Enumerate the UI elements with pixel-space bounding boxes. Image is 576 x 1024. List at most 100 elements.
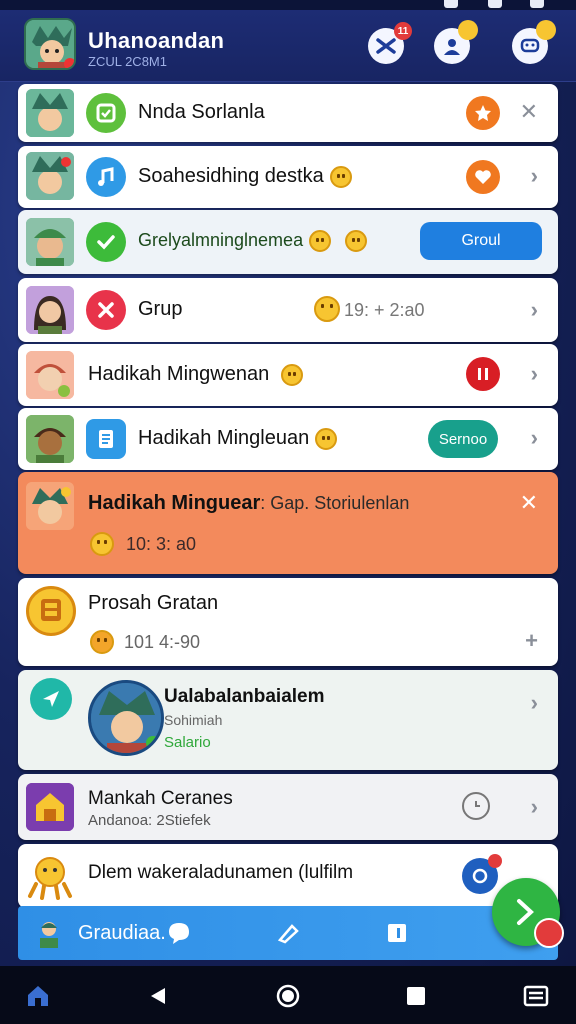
- avatar: [26, 152, 74, 200]
- pause-icon[interactable]: [466, 357, 500, 391]
- row-title: Dlem wakeraladunamen (lulfilm: [88, 862, 354, 883]
- row-title: Hadikah Mingleuan: [138, 427, 338, 450]
- list-item[interactable]: Hadikah Mingleuan Sernoo ›: [18, 408, 558, 470]
- shuffle-icon: [376, 38, 396, 54]
- list-item[interactable]: Grelyalmninglnemea Groul: [18, 210, 558, 274]
- star-icon[interactable]: [466, 96, 500, 130]
- row-time: 101 4:-90: [124, 632, 201, 652]
- avatar: [26, 852, 74, 900]
- avatar: [26, 586, 76, 636]
- list-item[interactable]: Soahesidhing destka ›: [18, 146, 558, 208]
- row-title: Grup: [138, 298, 183, 320]
- close-icon[interactable]: ✕: [520, 490, 538, 516]
- avatar: [26, 286, 74, 334]
- send-button[interactable]: Sernoo: [428, 420, 498, 458]
- contacts-button[interactable]: [434, 20, 478, 64]
- bottom-action-bar: Graudiaa.: [18, 906, 558, 960]
- user-avatar-icon[interactable]: [34, 918, 64, 948]
- send-plane-icon: [30, 678, 72, 720]
- avatar: [26, 89, 74, 137]
- row-time: 10: 3: a0: [126, 534, 197, 554]
- avatar: [26, 783, 74, 831]
- cross-icon: [86, 290, 126, 330]
- chat-bubble-icon: [520, 38, 540, 53]
- row-subtitle: Andanoa: 2Stiefek: [88, 812, 211, 829]
- avatar: [88, 680, 164, 756]
- row-title: Prosah Gratan: [88, 592, 219, 614]
- list-item-highlighted[interactable]: Hadikah Minguear: Gap. Storiulenlan 10: …: [18, 472, 558, 574]
- app-header: Uhanoandan ZCUL 2C8M1 11: [0, 10, 576, 82]
- notification-badge: 11: [394, 22, 412, 40]
- music-note-icon: [86, 157, 126, 197]
- row-title: Soahesidhing destka: [138, 165, 352, 188]
- fab-badge: [534, 918, 564, 948]
- menu-icon[interactable]: [522, 982, 550, 1010]
- emoji-icon: [90, 630, 114, 654]
- row-title: Grelyalmninglnemea: [138, 230, 368, 253]
- clock-icon[interactable]: [462, 792, 490, 820]
- emoji-icon: [281, 363, 304, 386]
- row-status: Salario: [164, 734, 211, 751]
- chevron-right-icon[interactable]: ›: [531, 425, 538, 451]
- row-line2: Sohimiah: [164, 712, 223, 728]
- chevron-right-icon[interactable]: ›: [531, 163, 538, 189]
- compose-fab-button[interactable]: [492, 878, 564, 948]
- smiley-icon: [536, 20, 556, 40]
- list-item[interactable]: Mankah Ceranes Andanoa: 2Stiefek ›: [18, 774, 558, 840]
- avatar: [26, 482, 74, 530]
- chevron-right-icon[interactable]: ›: [531, 794, 538, 820]
- avatar: [26, 218, 74, 266]
- bottom-bar-label: Graudiaa.: [78, 922, 166, 944]
- add-icon[interactable]: +: [525, 628, 538, 654]
- notification-dot: [488, 854, 502, 868]
- emoji-icon: [315, 427, 338, 450]
- list-item[interactable]: Grup 19: + 2:a0 ›: [18, 278, 558, 342]
- avatar: [26, 415, 74, 463]
- shuffle-button[interactable]: 11: [368, 22, 412, 64]
- list-item[interactable]: Nnda Sorlanla ✕: [18, 84, 558, 142]
- system-navigation-bar: [0, 966, 576, 1024]
- close-icon[interactable]: ✕: [520, 99, 538, 125]
- recents-icon[interactable]: [402, 982, 430, 1010]
- speech-bubble-icon[interactable]: [164, 918, 194, 948]
- status-bar: [0, 0, 576, 10]
- chat-icon[interactable]: [462, 854, 502, 894]
- edit-icon[interactable]: [274, 918, 304, 948]
- emoji-icon: [90, 532, 114, 556]
- chevron-right-icon[interactable]: ›: [531, 361, 538, 387]
- list-item[interactable]: Hadikah Mingwenan ›: [18, 344, 558, 406]
- document-icon: [86, 419, 126, 459]
- row-title: Hadikah Mingwenan: [88, 363, 304, 386]
- emoji-icon: [314, 296, 340, 322]
- check-square-icon: [86, 93, 126, 133]
- row-title: Mankah Ceranes: [88, 788, 233, 809]
- emoji-icon: [329, 165, 352, 188]
- book-icon[interactable]: [382, 918, 412, 948]
- row-time: 19: + 2:a0: [344, 300, 425, 320]
- home-icon[interactable]: [274, 982, 302, 1010]
- app-title: Uhanoandan: [88, 28, 225, 53]
- row-title: Hadikah Minguear: Gap. Storiulenlan: [88, 492, 410, 514]
- row-title: Nnda Sorlanla: [138, 101, 265, 123]
- group-button[interactable]: Groul: [420, 222, 542, 260]
- app-subtitle: ZCUL 2C8M1: [88, 54, 167, 69]
- chat-button[interactable]: [512, 20, 556, 64]
- home-app-icon[interactable]: [24, 982, 52, 1010]
- back-icon[interactable]: [144, 982, 172, 1010]
- row-title: Ualabalanbaialem: [164, 686, 325, 707]
- chevron-right-icon[interactable]: ›: [531, 690, 538, 716]
- checkmark-icon: [86, 222, 126, 262]
- smiley-icon: [458, 20, 478, 40]
- signal-icon: [444, 0, 458, 8]
- heart-icon[interactable]: [466, 160, 500, 194]
- person-icon: [444, 39, 460, 55]
- list-item[interactable]: Ualabalanbaialem Sohimiah Salario ›: [18, 670, 558, 770]
- profile-avatar[interactable]: [24, 18, 76, 70]
- emoji-icon: [345, 230, 368, 253]
- battery-icon: [530, 0, 544, 8]
- avatar: [26, 351, 74, 399]
- list-item[interactable]: Prosah Gratan 101 4:-90 +: [18, 578, 558, 666]
- wifi-icon: [488, 0, 502, 8]
- list-item[interactable]: Dlem wakeraladunamen (lulfilm: [18, 844, 558, 908]
- chevron-right-icon[interactable]: ›: [531, 297, 538, 323]
